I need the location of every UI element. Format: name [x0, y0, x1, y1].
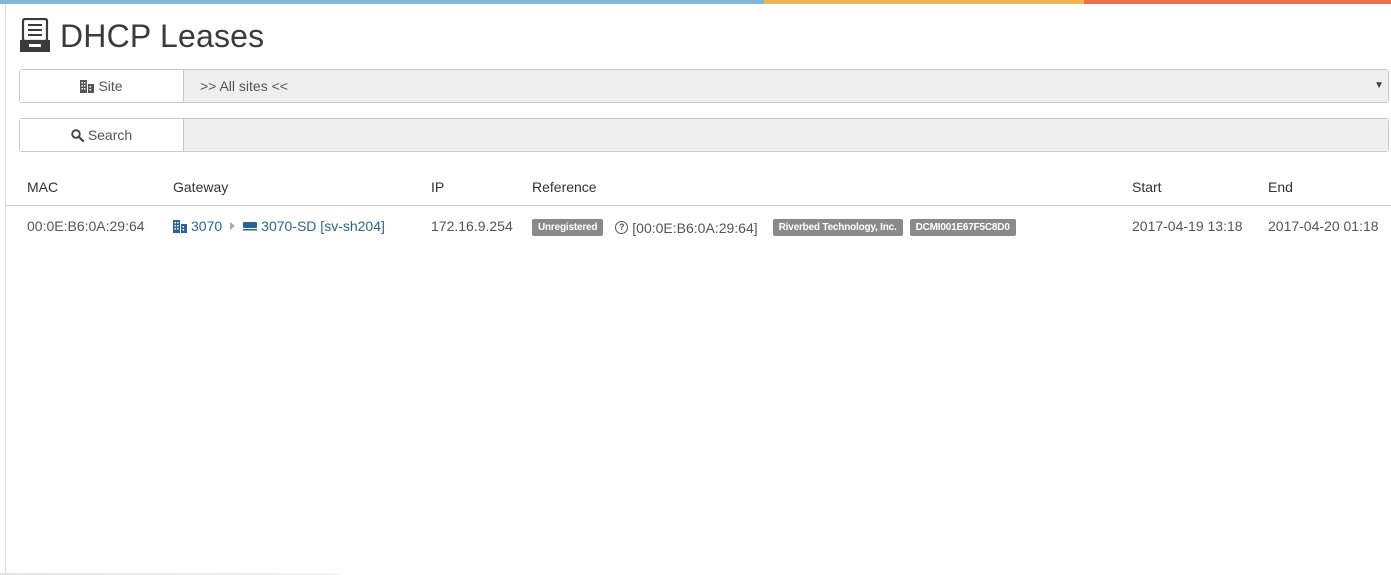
column-header-end[interactable]: End	[1268, 179, 1293, 195]
search-filter-label: Search	[20, 119, 184, 151]
search-label-text: Search	[87, 127, 133, 143]
page-title: DHCP Leases	[60, 17, 265, 54]
building-icon	[173, 219, 187, 233]
gateway-device-link[interactable]: 3070-SD [sv-sh204]	[261, 218, 385, 234]
archive-list-icon	[20, 18, 50, 52]
start-time: 2017-04-19 13:18	[1132, 218, 1243, 234]
page-header: DHCP Leases	[19, 15, 264, 57]
dropdown-caret-icon: ▼	[1374, 80, 1384, 91]
search-filter: Search	[19, 118, 1389, 152]
cell-ip: 172.16.9.254	[431, 218, 513, 234]
table-row: 00:0E:B6:0A:29:64 3070 3070-SD [sv-sh204…	[6, 206, 1391, 246]
table-header: MAC Gateway IP Reference Start End	[6, 170, 1391, 206]
status-badge: Unregistered	[532, 219, 604, 236]
vendor-badge: Riverbed Technology, Inc.	[772, 219, 903, 236]
search-icon	[71, 128, 84, 142]
cell-gateway: 3070 3070-SD [sv-sh204]	[173, 218, 385, 234]
cell-reference: Unregistered ? [00:0E:B6:0A:29:64] River…	[532, 219, 1016, 236]
end-time: 2017-04-20 01:18	[1268, 218, 1379, 234]
mac-value: 00:0E:B6:0A:29:64	[27, 218, 145, 234]
site-select[interactable]: >> All sites << ▼	[184, 70, 1388, 102]
column-header-reference[interactable]: Reference	[532, 179, 597, 195]
search-input[interactable]	[200, 119, 1388, 151]
cell-end: 2017-04-20 01:18	[1268, 218, 1379, 234]
column-header-ip[interactable]: IP	[431, 179, 444, 195]
building-icon	[80, 79, 95, 93]
device-icon	[243, 222, 258, 231]
reference-mac: [00:0E:B6:0A:29:64]	[632, 219, 758, 236]
column-header-start[interactable]: Start	[1132, 179, 1162, 195]
hostname-badge: DCMI001E67F5C8D0	[909, 219, 1016, 236]
site-filter-label: Site	[20, 70, 184, 102]
caret-right-icon	[230, 222, 236, 230]
ip-value: 172.16.9.254	[431, 218, 513, 234]
site-filter: Site >> All sites << ▼	[19, 69, 1389, 103]
column-header-gateway[interactable]: Gateway	[173, 179, 228, 195]
cell-start: 2017-04-19 13:18	[1132, 218, 1243, 234]
left-border	[5, 4, 6, 575]
question-circle-icon: ?	[615, 221, 629, 234]
column-header-mac[interactable]: MAC	[27, 179, 58, 195]
search-field	[184, 119, 1388, 151]
site-select-value: >> All sites <<	[200, 78, 288, 94]
site-label-text: Site	[98, 78, 123, 94]
gateway-site-link[interactable]: 3070	[191, 218, 222, 234]
cell-mac: 00:0E:B6:0A:29:64	[27, 218, 145, 234]
top-accent-stripe	[0, 0, 1391, 4]
